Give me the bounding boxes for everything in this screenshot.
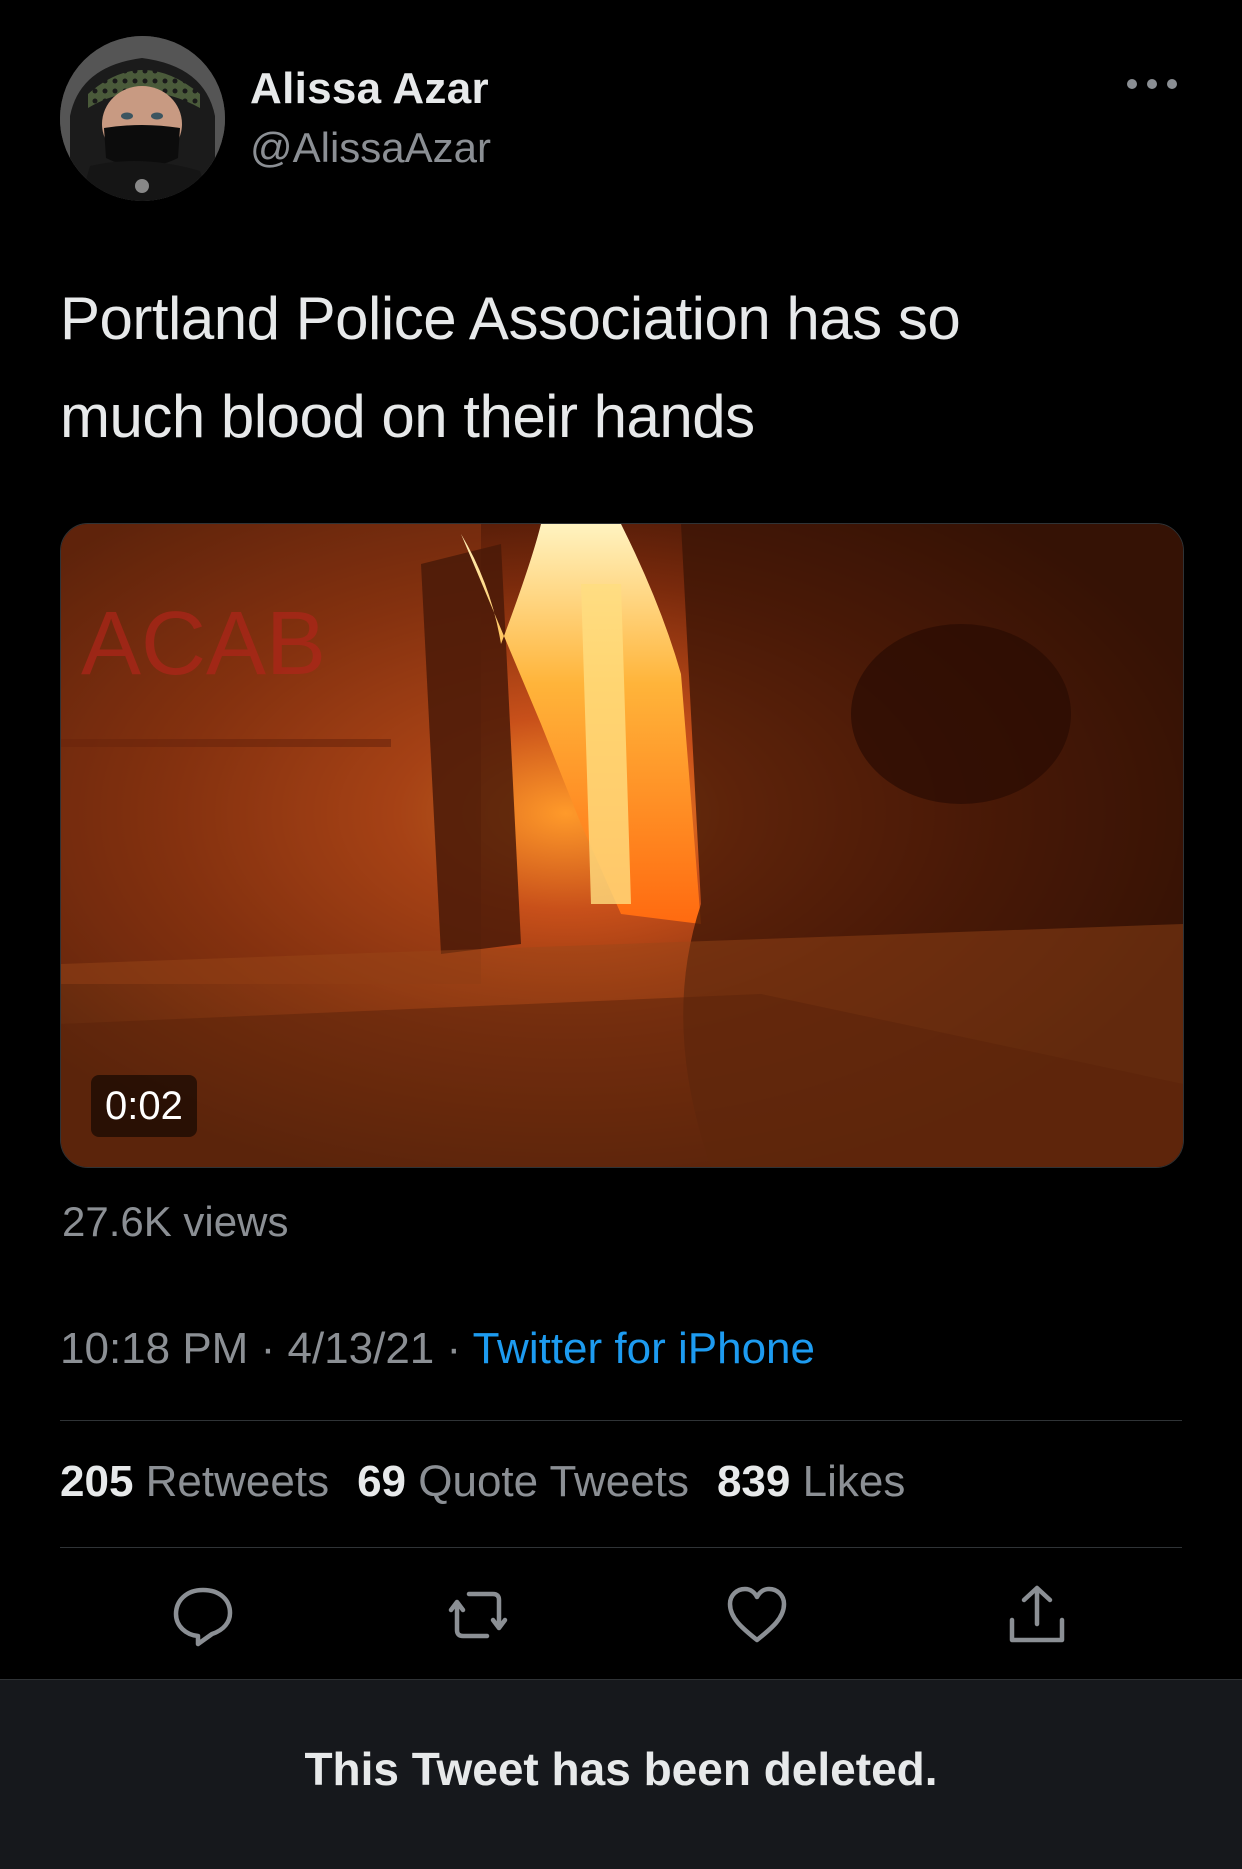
- tweet-text-line: much blood on their hands: [60, 383, 755, 450]
- likes-label: Likes: [802, 1457, 906, 1506]
- action-bar: [60, 1580, 1182, 1650]
- view-count: 27.6K views: [62, 1198, 289, 1245]
- heart-icon[interactable]: [722, 1580, 792, 1650]
- meta-separator: ·: [446, 1324, 462, 1373]
- tweet-source-link[interactable]: Twitter for iPhone: [473, 1324, 815, 1373]
- tweet-text: Portland Police Association has so much …: [60, 270, 1160, 466]
- retweets-count: 205: [60, 1457, 134, 1506]
- quote-tweets-count: 69: [357, 1457, 407, 1506]
- tweet-date: 4/13/21: [287, 1324, 435, 1373]
- author-handle[interactable]: @AlissaAzar: [250, 124, 491, 172]
- tweet-text-line: Portland Police Association has so: [60, 285, 961, 352]
- tweet-metadata: 10:18 PM · 4/13/21 · Twitter for iPhone: [60, 1324, 815, 1374]
- author-name[interactable]: Alissa Azar: [250, 64, 489, 114]
- meta-separator: ·: [260, 1324, 276, 1373]
- deleted-tweet-notice: This Tweet has been deleted.: [0, 1679, 1242, 1869]
- retweets-stat[interactable]: 205 Retweets: [60, 1457, 329, 1506]
- avatar[interactable]: [60, 36, 225, 201]
- avatar-image: [60, 36, 225, 201]
- quote-tweets-label: Quote Tweets: [418, 1457, 689, 1506]
- reply-icon[interactable]: [168, 1580, 238, 1650]
- likes-stat[interactable]: 839 Likes: [717, 1457, 905, 1506]
- quote-tweets-stat[interactable]: 69 Quote Tweets: [357, 1457, 689, 1506]
- share-icon[interactable]: [1002, 1580, 1072, 1650]
- likes-count: 839: [716, 1457, 791, 1506]
- video-thumbnail: ACAB: [61, 524, 1183, 1167]
- svg-text:ACAB: ACAB: [81, 594, 326, 694]
- more-options-icon[interactable]: [1122, 74, 1182, 94]
- divider: [60, 1547, 1182, 1548]
- tweet-time: 10:18 PM: [60, 1324, 249, 1373]
- deleted-message: This Tweet has been deleted.: [304, 1743, 938, 1795]
- video-duration-badge: 0:02: [91, 1075, 197, 1137]
- retweet-icon[interactable]: [443, 1580, 513, 1650]
- divider: [60, 1420, 1182, 1421]
- video-player[interactable]: ACAB 0:02: [60, 523, 1184, 1168]
- retweets-label: Retweets: [145, 1457, 330, 1506]
- engagement-stats: 205 Retweets 69 Quote Tweets 839 Likes: [60, 1457, 905, 1507]
- tweet-header: Alissa Azar @AlissaAzar: [60, 36, 1182, 204]
